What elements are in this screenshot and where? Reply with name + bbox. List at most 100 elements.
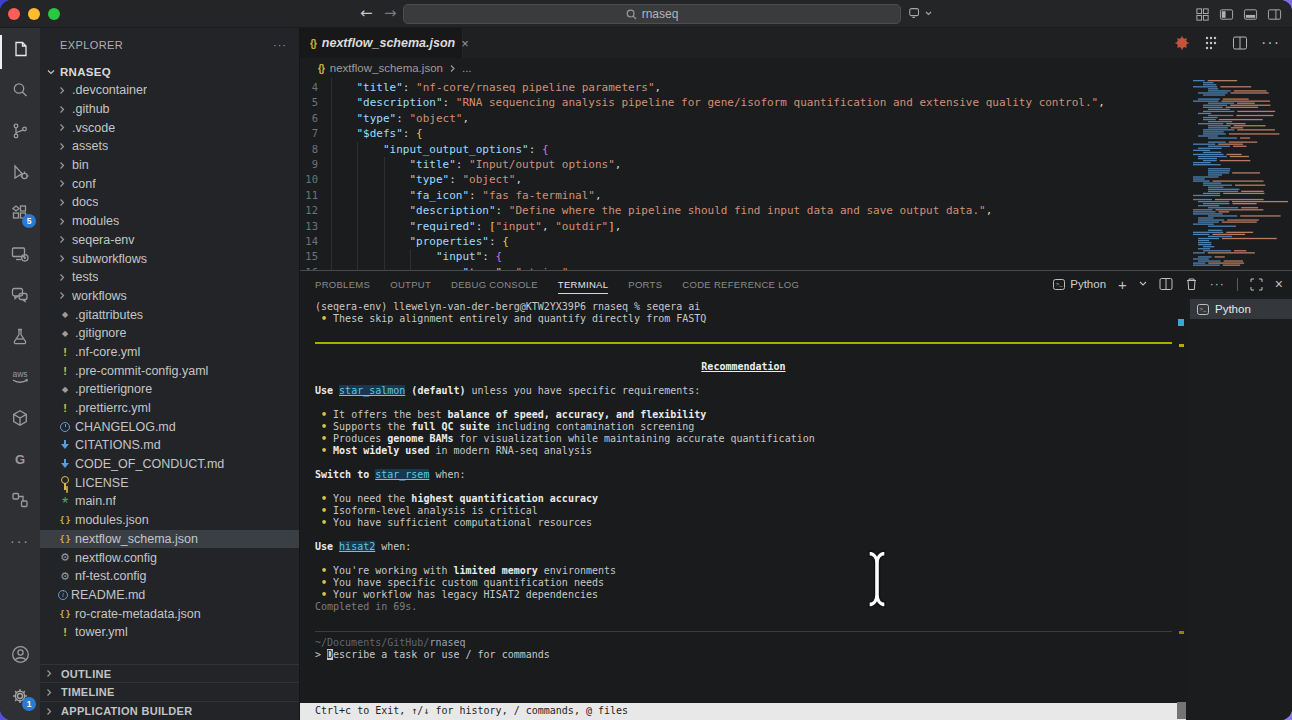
json-file-icon: {} [310,38,316,49]
gear-file-icon: ⚙ [58,551,72,565]
editor-more-icon[interactable]: ··· [1261,34,1280,52]
panel-tab-output[interactable]: OUTPUT [390,279,431,290]
command-center-search[interactable]: rnaseq [403,4,901,24]
maximize-traffic-light[interactable] [48,8,60,20]
more-icon[interactable]: ··· [0,520,40,561]
panel-more-icon[interactable]: ··· [1210,277,1225,291]
file-row-.pre-commit-config.yaml[interactable]: !.pre-commit-config.yaml [40,361,299,380]
gitlens-icon[interactable]: G [0,438,40,479]
references-icon[interactable] [0,479,40,520]
aws-icon[interactable]: aws [0,356,40,397]
chevron-right-icon [58,179,72,188]
prettier-icon[interactable] [1174,35,1190,51]
file-row-.gitignore[interactable]: ◆.gitignore [40,324,299,343]
folder-row-workflows[interactable]: workflows [40,287,299,306]
folder-row-.devcontainer[interactable]: .devcontainer [40,81,299,100]
file-row-.prettierrc.yml[interactable]: !.prettierrc.yml [40,399,299,418]
explorer-more-icon[interactable]: ··· [273,39,287,51]
panel-tab-debug-console[interactable]: DEBUG CONSOLE [451,279,538,290]
extensions-icon[interactable]: 5 [0,192,40,233]
workspace-root[interactable]: RNASEQ [40,62,299,81]
grid-layout-icon[interactable] [1195,7,1210,22]
remote-explorer-icon[interactable] [0,233,40,274]
terminal[interactable]: (seqera-env) llewelyn-van-der-berg@KTW2Y… [300,297,1186,720]
file-row-CODE_OF_CONDUCT.md[interactable]: ↓CODE_OF_CONDUCT.md [40,455,299,474]
close-traffic-light[interactable] [8,8,20,20]
file-row-nextflow_schema.json[interactable]: {}nextflow_schema.json [40,530,299,549]
file-row-CITATIONS.md[interactable]: ↓CITATIONS.md [40,436,299,455]
file-row-modules.json[interactable]: {}modules.json [40,511,299,530]
split-terminal-icon[interactable] [1159,277,1173,291]
panel-tab-ports[interactable]: PORTS [628,279,662,290]
run-debug-icon[interactable] [0,151,40,192]
panel-tab-code-reference-log[interactable]: CODE REFERENCE LOG [682,279,799,290]
folder-row-.vscode[interactable]: .vscode [40,118,299,137]
toggle-panel-icon[interactable] [1243,7,1258,22]
file-row-LICENSE[interactable]: LICENSE [40,473,299,492]
folder-row-conf[interactable]: conf [40,174,299,193]
yaml-file-icon: ! [58,364,72,378]
folder-row-seqera-env[interactable]: seqera-env [40,231,299,250]
explorer-title: EXPLORER [60,39,123,51]
forward-button[interactable]: → [384,4,397,22]
panel-tab-terminal[interactable]: TERMINAL [558,279,608,294]
terminal-list: >_ Python [1186,297,1292,720]
git-file-icon: ◆ [58,308,72,322]
section-outline[interactable]: OUTLINE [40,664,299,683]
file-row-.nf-core.yml[interactable]: !.nf-core.yml [40,343,299,362]
package-icon[interactable] [0,397,40,438]
breadcrumb[interactable]: {} nextflow_schema.json ... [300,58,1292,78]
source-control-icon[interactable] [0,110,40,151]
gear-file-icon: ⚙ [58,569,72,583]
minimize-traffic-light[interactable] [28,8,40,20]
tab-nextflow-schema[interactable]: {} nextflow_schema.json × [300,28,463,58]
folder-row-docs[interactable]: docs [40,193,299,212]
editor-tab-bar: {} nextflow_schema.json × ··· [300,28,1292,58]
refresh-icon[interactable] [908,6,932,20]
folder-row-assets[interactable]: assets [40,137,299,156]
split-editor-icon[interactable] [1232,35,1248,51]
file-row-.prettierignore[interactable]: ◆.prettierignore [40,380,299,399]
terminal-list-item-python[interactable]: >_ Python [1190,299,1292,319]
file-row-nextflow.config[interactable]: ⚙nextflow.config [40,548,299,567]
file-row-.gitattributes[interactable]: ◆.gitattributes [40,305,299,324]
kill-terminal-icon[interactable] [1185,277,1198,291]
section-timeline[interactable]: TIMELINE [40,682,299,701]
mouse-cursor-ibeam [864,549,890,609]
account-icon[interactable] [0,634,40,675]
git-file-icon: ◆ [58,382,72,396]
explorer-icon[interactable] [0,28,40,69]
settings-gear-icon[interactable]: 1 [0,675,40,716]
folder-row-modules[interactable]: modules [40,212,299,231]
toggle-sidebar-icon[interactable] [1219,7,1234,22]
code-editor[interactable]: 45678910111213141516 "title": "nf-core/r… [300,78,1292,270]
close-panel-icon[interactable]: × [1275,276,1283,292]
panel-tab-problems[interactable]: PROBLEMS [315,279,370,290]
chat-icon[interactable] [0,274,40,315]
folder-row-.github[interactable]: .github [40,100,299,119]
terminal-scrollbar[interactable] [1176,297,1186,720]
file-row-CHANGELOG.md[interactable]: CHANGELOG.md [40,417,299,436]
testing-icon[interactable] [0,315,40,356]
json-file-icon: {} [58,607,72,621]
shell-selector[interactable]: >_ Python [1053,278,1106,290]
maximize-panel-icon[interactable] [1250,278,1263,291]
file-row-README.md[interactable]: iREADME.md [40,586,299,605]
new-terminal-icon[interactable]: + [1118,276,1127,293]
settings-json-icon[interactable] [1203,35,1219,51]
file-row-nf-test.config[interactable]: ⚙nf-test.config [40,567,299,586]
toggle-secondary-sidebar-icon[interactable] [1267,7,1282,22]
search-icon[interactable] [0,69,40,110]
file-row-main.nf[interactable]: *main.nf [40,492,299,511]
file-row-ro-crate-metadata.json[interactable]: {}ro-crate-metadata.json [40,604,299,623]
bottom-panel: PROBLEMS OUTPUT DEBUG CONSOLE TERMINAL PORTS… [300,270,1292,720]
folder-row-bin[interactable]: bin [40,156,299,175]
file-row-tower.yml[interactable]: !tower.yml [40,623,299,642]
folder-row-tests[interactable]: tests [40,268,299,287]
back-button[interactable]: ← [360,4,373,22]
terminal-dropdown-icon[interactable] [1139,281,1147,287]
folder-row-subworkflows[interactable]: subworkflows [40,249,299,268]
close-tab-icon[interactable]: × [461,36,469,51]
section-application-builder[interactable]: APPLICATION BUILDER [40,701,299,720]
minimap[interactable] [1186,78,1292,270]
